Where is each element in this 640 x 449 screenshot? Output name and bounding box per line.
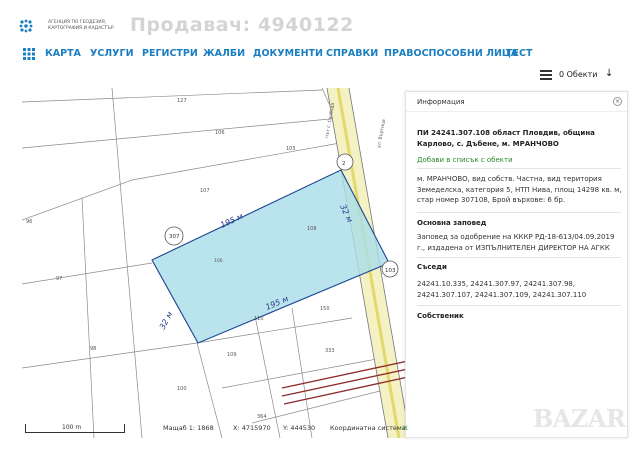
coord-y: Y: 444530 [283, 424, 316, 432]
order-title: Основна заповед [417, 219, 487, 227]
coord-x: X: 4715970 [233, 424, 271, 432]
dimension-label: 32 м [158, 310, 175, 331]
map-nav-icon[interactable] [22, 47, 36, 61]
nav-services[interactable]: УСЛУГИ [90, 48, 134, 59]
map-scale: Мащаб 1: 1868 [163, 424, 214, 432]
parcel-label: 109 [227, 352, 237, 358]
order-text: Заповед за одобрение на КККР РД-18-613/0… [417, 233, 615, 252]
seller-watermark: Продавач: 4940122 [130, 14, 354, 36]
parcel-label: 96 [26, 219, 32, 225]
nav-documents[interactable]: ДОКУМЕНТИ [253, 48, 323, 59]
agency-name: АГЕНЦИЯ ПО ГЕОДЕЗИЯ, КАРТОГРАФИЯ И КАДАС… [48, 20, 114, 31]
parcel-number-label: 106 [214, 258, 223, 264]
info-panel-header: Информация × [406, 92, 627, 112]
info-panel: Информация × ПИ 24241.307.108 област Пло… [405, 91, 628, 438]
parcel-label: 107 [200, 188, 210, 194]
crs-label: Координатна система: [330, 424, 408, 432]
parcel-heading: ПИ 24241.307.108 област Пловдив, община … [417, 129, 595, 148]
parcel-label: 110 [254, 316, 264, 322]
main-nav: КАРТА УСЛУГИ РЕГИСТРИ ЖАЛБИ ДОКУМЕНТИ СП… [0, 42, 640, 64]
parcel-label: 364 [257, 414, 267, 420]
divider [417, 257, 621, 258]
nav-licensed-persons[interactable]: ПРАВОСПОСОБНИ ЛИЦА [384, 48, 518, 59]
parcel-label: 108 [307, 226, 317, 232]
parcel-label: 150 [320, 306, 330, 312]
add-to-list-link[interactable]: Добави в списък с обекти [417, 155, 513, 166]
crs-value[interactable]: К [403, 424, 408, 432]
parcel-label: 127 [177, 98, 187, 104]
parcel-label: 97 [56, 276, 62, 282]
street-label: ул. Въртица [376, 119, 387, 149]
parcel-label: 105 [286, 146, 296, 152]
hamburger-menu-icon[interactable] [540, 70, 552, 80]
divider [417, 305, 621, 306]
nav-test[interactable]: ТЕСТ [506, 48, 532, 59]
close-icon[interactable]: × [613, 97, 622, 106]
parcel-label: 98 [90, 346, 96, 352]
selected-parcel[interactable] [151, 169, 390, 344]
parcel-label: 106 [215, 130, 225, 136]
header: АГЕНЦИЯ ПО ГЕОДЕЗИЯ, КАРТОГРАФИЯ И КАДАС… [0, 0, 640, 42]
divider [417, 212, 621, 213]
marker-label: 103 [385, 268, 396, 274]
neighbors-title: Съседи [417, 263, 447, 271]
neighbors-text: 24241.10.335, 24241.307.97, 24241.307.98… [417, 280, 587, 299]
owners-title: Собственик [417, 312, 464, 320]
download-arrow-icon[interactable]: ↓ [605, 68, 613, 79]
marker-label: 2 [342, 161, 346, 167]
objects-count[interactable]: 0 Обекти [559, 70, 597, 79]
parcel-label: 100 [177, 386, 187, 392]
nav-reports[interactable]: СПРАВКИ [326, 48, 378, 59]
parcel-description: м. МРАНЧОВО, вид собств. Частна, вид тер… [417, 175, 622, 204]
divider [417, 168, 621, 169]
nav-complaints[interactable]: ЖАЛБИ [203, 48, 245, 59]
info-panel-title: Информация [417, 98, 465, 106]
nav-map[interactable]: КАРТА [45, 48, 81, 59]
scale-bar-label: 100 m [62, 424, 82, 431]
marker-label: 307 [169, 234, 180, 240]
parcel-label: 333 [325, 348, 335, 354]
agency-logo-icon [19, 19, 33, 33]
nav-registers[interactable]: РЕГИСТРИ [142, 48, 198, 59]
bazar-watermark: BAZAR [533, 404, 626, 433]
